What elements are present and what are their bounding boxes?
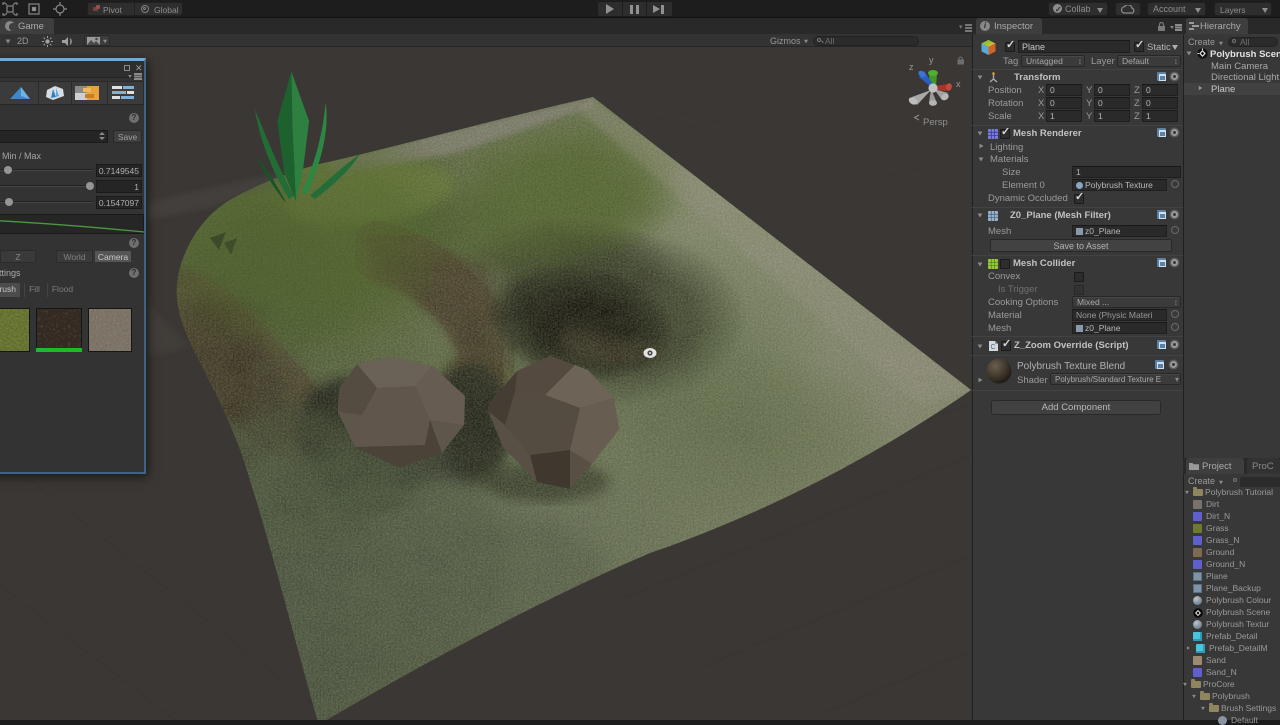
svg-text:x: x [956, 79, 961, 89]
svg-text:z: z [909, 62, 914, 72]
svg-text:C: C [991, 344, 996, 351]
svg-text:Persp: Persp [923, 117, 948, 128]
svg-text:y: y [929, 55, 934, 65]
